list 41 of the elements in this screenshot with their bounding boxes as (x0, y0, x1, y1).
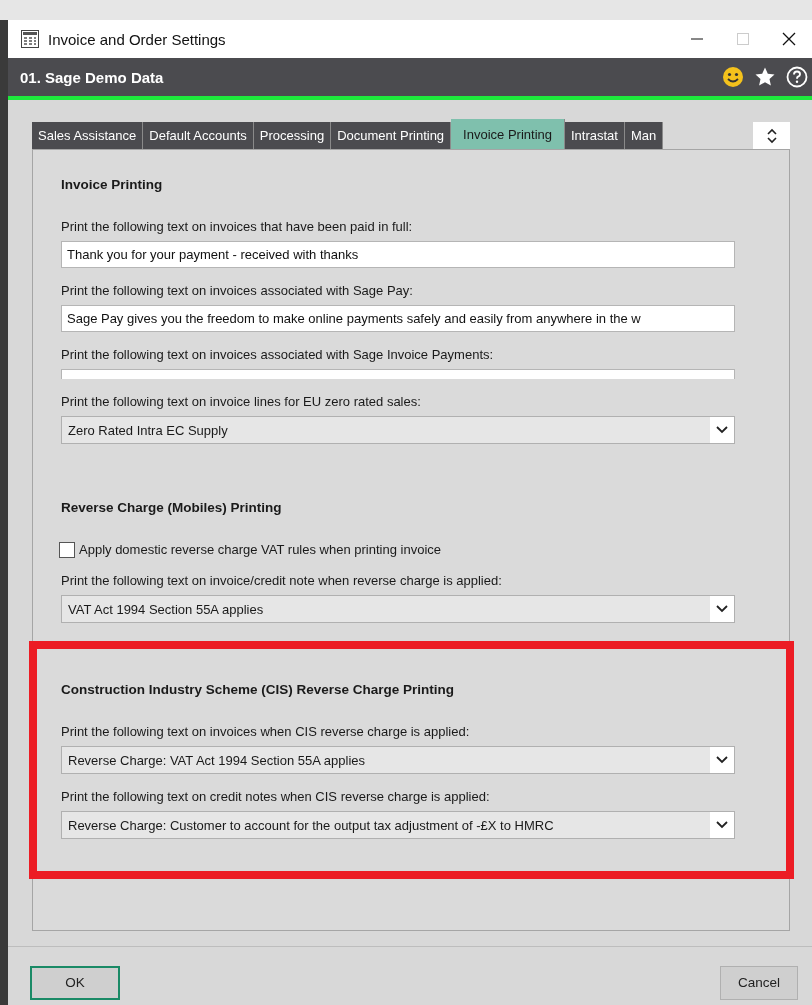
checkbox[interactable] (59, 542, 75, 559)
dropdown[interactable]: Zero Rated Intra EC Supply (61, 416, 735, 445)
field-label: Print the following text on invoices that have been paid in full: (61, 219, 414, 236)
dropdown[interactable]: Reverse Charge: Customer to account for the output tax adjustment of -£X to HMRC (61, 811, 735, 840)
maximize-icon (736, 32, 750, 46)
tab[interactable]: Sales Assistance (32, 122, 144, 150)
smiley-icon[interactable] (722, 66, 744, 89)
tab[interactable]: Intrastat (565, 122, 625, 150)
field-label: Print the following text on invoice lines for EU zero rated sales: (61, 394, 422, 411)
text-field[interactable]: Sage Pay gives you the freedom to make online payments safely and easily from anywhere in the w (61, 305, 735, 333)
tab[interactable]: Processing (253, 122, 332, 150)
section-heading: Reverse Charge (Mobiles) Printing (61, 500, 283, 517)
tab[interactable]: Document Printing (331, 122, 452, 150)
close-icon (781, 31, 797, 47)
chevron-down-icon (716, 605, 728, 614)
field-label: Print the following text on invoice/credit note when reverse charge is applied: (61, 573, 503, 590)
dropdown[interactable]: VAT Act 1994 Section 55A applies (61, 595, 735, 624)
field-label: Print the following text on invoices associated with Sage Pay: (61, 283, 414, 300)
checkbox-label: Apply domestic reverse charge VAT rules when printing invoice (79, 542, 441, 559)
text-field[interactable]: Thank you for your payment - received with thanks (61, 241, 735, 269)
dialog-button[interactable]: Cancel (720, 965, 798, 1000)
chevron-down-icon (716, 756, 728, 765)
window-app-icon (20, 29, 40, 49)
tab[interactable]: Man (624, 122, 664, 150)
chevron-down-icon (716, 426, 728, 435)
tab[interactable]: Invoice Printing (451, 119, 565, 150)
tab-scroll-button[interactable] (753, 122, 790, 150)
dialog-button[interactable]: OK (30, 965, 120, 1000)
window-title: Invoice and Order Settings (48, 30, 227, 48)
chevron-down-icon (716, 821, 728, 830)
dropdown[interactable]: Reverse Charge: VAT Act 1994 Section 55A applies (61, 746, 735, 775)
tab[interactable]: Default Accounts (143, 122, 254, 150)
field-label: Print the following text on invoices associated with Sage Invoice Payments: (61, 347, 495, 364)
section-heading: Construction Industry Scheme (CIS) Reverse Charge Printing (61, 682, 456, 699)
field-label: Print the following text on credit notes when CIS reverse charge is applied: (61, 789, 491, 806)
text-field[interactable] (61, 369, 735, 380)
section-heading: Invoice Printing (61, 177, 164, 194)
up-down-chevrons-icon (764, 126, 779, 145)
help-icon[interactable] (786, 66, 808, 89)
field-label: Print the following text on invoices when CIS reverse charge is applied: (61, 724, 471, 741)
company-name: 01. Sage Demo Data (20, 68, 165, 86)
